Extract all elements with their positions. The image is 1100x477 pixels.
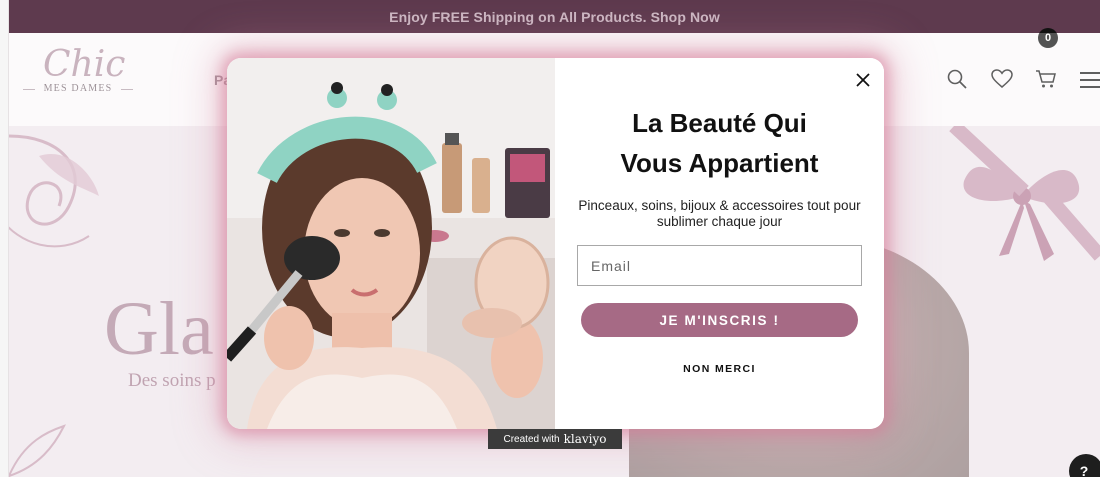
help-button[interactable]: ? xyxy=(1069,454,1100,477)
help-label: ? xyxy=(1079,463,1089,477)
popup-title: La Beauté Qui Vous Appartient xyxy=(555,103,884,183)
newsletter-popup: La Beauté Qui Vous Appartient Pinceaux, … xyxy=(227,58,884,429)
announcement-text[interactable]: Enjoy FREE Shipping on All Products. Sho… xyxy=(389,9,720,25)
close-icon[interactable] xyxy=(851,68,875,92)
badge-created-with: Created with xyxy=(503,433,560,445)
decline-button[interactable]: NON MERCI xyxy=(555,363,884,375)
popup-title-line2: Vous Appartient xyxy=(620,148,819,178)
popup-image xyxy=(227,58,555,429)
popup-title-line1: La Beauté Qui xyxy=(632,108,807,138)
klaviyo-badge[interactable]: Created with klaviyo xyxy=(488,429,622,449)
left-edge-strip xyxy=(0,0,9,477)
email-field[interactable] xyxy=(577,245,862,286)
popup-subtitle: Pinceaux, soins, bijoux & accessoires to… xyxy=(578,198,861,229)
subscribe-button[interactable]: JE M'INSCRIS ! xyxy=(581,303,858,337)
badge-brand: klaviyo xyxy=(563,432,607,446)
announcement-bar[interactable]: Enjoy FREE Shipping on All Products. Sho… xyxy=(9,0,1100,33)
popup-form-panel: La Beauté Qui Vous Appartient Pinceaux, … xyxy=(555,58,884,429)
